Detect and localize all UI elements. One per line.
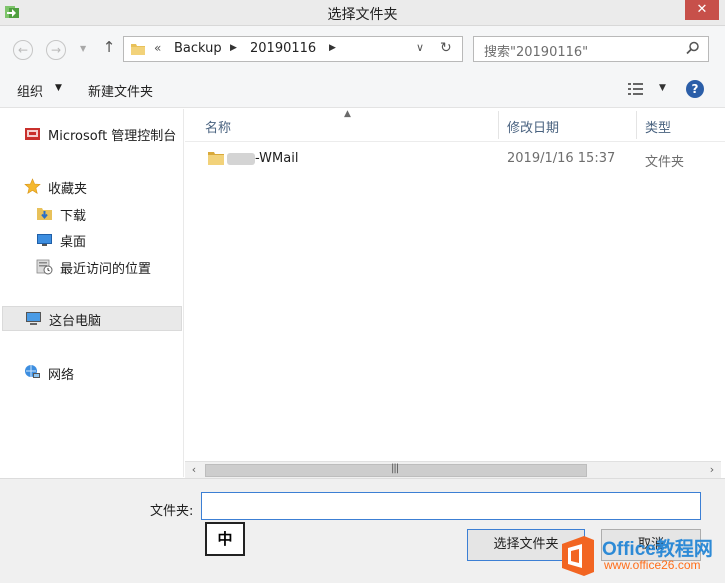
ime-indicator: 中 — [205, 522, 245, 556]
up-arrow-icon[interactable]: ↑ — [101, 38, 117, 58]
file-type: 文件夹 — [645, 155, 685, 170]
folder-icon — [131, 44, 145, 55]
sidebar-item-recent[interactable]: 最近访问的位置 — [36, 256, 176, 278]
navigation-pane: Microsoft 管理控制台 收藏夹 下载 桌面 最近访问的位置 这台电脑 网… — [0, 109, 184, 477]
horizontal-scrollbar[interactable]: ‹ ||| › — [185, 461, 721, 478]
recent-places-icon — [36, 259, 53, 275]
view-options-icon[interactable] — [627, 81, 645, 97]
column-header-modified[interactable]: 修改日期 — [507, 117, 559, 136]
star-icon — [24, 178, 41, 194]
sidebar-item-network[interactable]: 网络 — [24, 362, 174, 384]
computer-icon — [26, 312, 41, 325]
watermark: Office教程网 www.office26.com — [560, 534, 722, 580]
sidebar-item-desktop[interactable]: 桌面 — [36, 229, 176, 251]
file-list: ▲ 名称 修改日期 类型 -WMail 2019/1/16 15:37 文件夹 — [185, 109, 725, 461]
network-icon — [25, 365, 40, 378]
sidebar-item-label: 桌面 — [60, 235, 87, 250]
address-segment-date[interactable]: 20190116 — [250, 41, 316, 56]
address-separator-icon[interactable]: ▶ — [329, 43, 336, 53]
sort-ascending-icon: ▲ — [344, 109, 351, 119]
search-placeholder: 搜索"20190116" — [484, 45, 589, 60]
chevron-down-icon[interactable]: ∨ — [416, 41, 424, 54]
column-separator[interactable] — [498, 111, 499, 139]
folder-icon — [208, 152, 224, 165]
chevron-down-icon[interactable]: ▼ — [659, 83, 666, 93]
new-folder-button[interactable]: 新建文件夹 — [88, 81, 153, 100]
column-header-name[interactable]: 名称 — [205, 117, 231, 136]
address-segment-backup[interactable]: Backup — [174, 41, 222, 56]
navigation-bar: ← → ▼ ↑ « Backup ▶ 20190116 ▶ ∨ ↻ 搜索"201… — [0, 26, 725, 72]
help-icon[interactable]: ? — [686, 80, 704, 98]
column-header-type[interactable]: 类型 — [645, 117, 671, 136]
title-bar: 选择文件夹 ✕ — [0, 0, 725, 26]
scrollbar-thumb[interactable]: ||| — [205, 463, 587, 477]
sidebar-item-label: 网络 — [48, 368, 75, 383]
sidebar-item-label: Microsoft 管理控制台 — [48, 129, 177, 144]
redacted-text — [227, 153, 255, 165]
sidebar-item-mmc[interactable]: Microsoft 管理控制台 — [24, 123, 184, 145]
forward-arrow-icon[interactable]: → — [46, 40, 66, 60]
sidebar-item-this-pc[interactable]: 这台电脑 — [2, 306, 182, 331]
watermark-url: www.office26.com — [604, 558, 701, 572]
toolbar: 组织 ▼ 新建文件夹 ▼ ? — [0, 72, 725, 108]
close-button[interactable]: ✕ — [685, 0, 719, 20]
organize-button[interactable]: 组织 — [17, 81, 43, 100]
folder-field[interactable] — [201, 492, 701, 520]
header-divider — [185, 141, 725, 142]
address-overflow-icon[interactable]: « — [154, 41, 161, 55]
file-modified: 2019/1/16 15:37 — [507, 151, 616, 166]
address-bar[interactable]: « Backup ▶ 20190116 ▶ ∨ ↻ — [123, 36, 463, 62]
refresh-icon[interactable]: ↻ — [440, 40, 452, 56]
search-input[interactable]: 搜索"20190116" — [473, 36, 709, 62]
office-logo-icon — [562, 536, 594, 576]
back-arrow-icon[interactable]: ← — [13, 40, 33, 60]
column-separator[interactable] — [636, 111, 637, 139]
scroll-left-icon[interactable]: ‹ — [187, 463, 201, 477]
sidebar-item-label: 这台电脑 — [49, 314, 102, 329]
chevron-down-icon[interactable]: ▼ — [55, 83, 62, 93]
mmc-icon — [25, 128, 40, 140]
sidebar-item-label: 收藏夹 — [48, 182, 88, 197]
recent-locations-dropdown-icon[interactable]: ▼ — [80, 44, 90, 54]
file-name: -WMail — [255, 151, 299, 166]
folder-label: 文件夹: — [150, 504, 194, 519]
desktop-icon — [37, 234, 52, 246]
address-separator-icon[interactable]: ▶ — [230, 43, 237, 53]
grip-icon: ||| — [391, 463, 399, 474]
scroll-right-icon[interactable]: › — [705, 463, 719, 477]
download-folder-icon — [37, 208, 52, 220]
watermark-title: Office教程网 — [602, 539, 713, 560]
sidebar-item-label: 下载 — [60, 209, 87, 224]
sidebar-item-label: 最近访问的位置 — [60, 262, 152, 277]
sidebar-item-favorites[interactable]: 收藏夹 — [24, 176, 174, 198]
sidebar-item-downloads[interactable]: 下载 — [36, 203, 176, 225]
search-icon[interactable] — [686, 41, 700, 55]
window-title: 选择文件夹 — [327, 7, 398, 23]
table-row[interactable]: -WMail 2019/1/16 15:37 文件夹 — [205, 149, 725, 171]
